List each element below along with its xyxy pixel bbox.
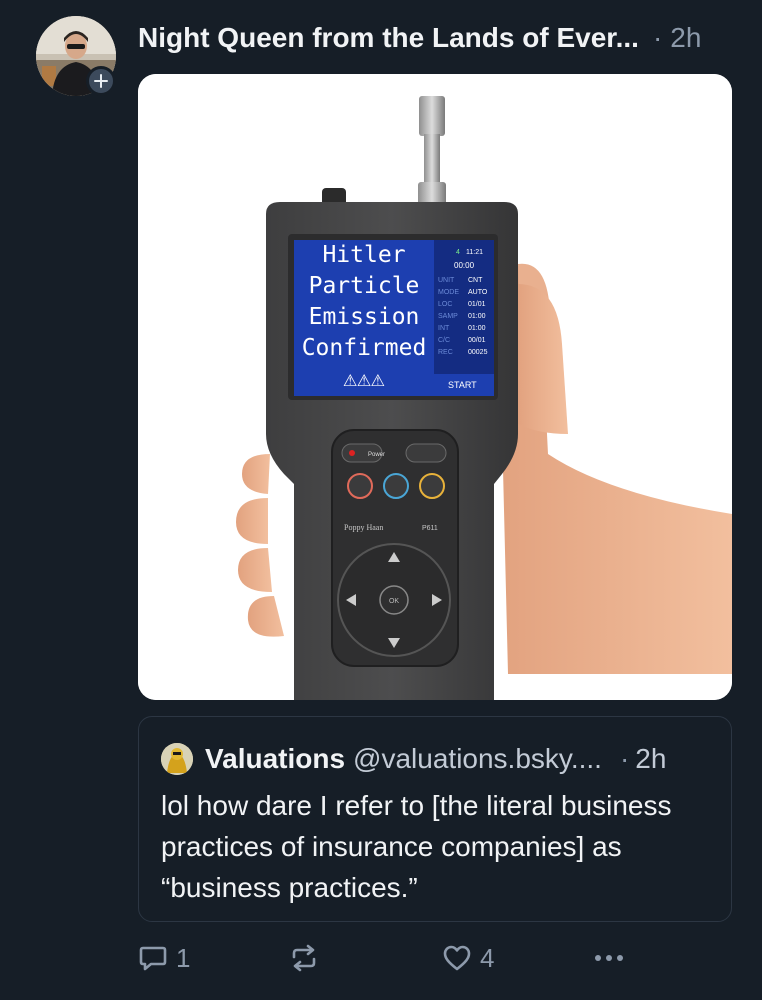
- status-rec-label: REC: [438, 349, 453, 356]
- status-loc-label: LOC: [438, 301, 452, 308]
- post-action-bar: 1 4: [138, 936, 732, 980]
- device-power-label: Power: [368, 452, 385, 458]
- status-unit-label: UNIT: [438, 277, 455, 284]
- status-loc-value: 01/01: [468, 301, 486, 308]
- status-cc-label: C/C: [438, 337, 450, 344]
- quoted-post-text: lol how dare I refer to [the literal bus…: [161, 790, 672, 903]
- quoted-post-timestamp[interactable]: 2h: [635, 743, 666, 775]
- quoted-post[interactable]: Valuations @valuations.bsky.... · 2h lol…: [138, 716, 732, 922]
- status-clock: 11:21: [466, 249, 483, 256]
- screen-line-2: Particle: [309, 273, 420, 299]
- post-timestamp[interactable]: 2h: [670, 22, 701, 54]
- status-unit-value: CNT: [468, 277, 483, 284]
- status-rec-value: 00025: [468, 349, 488, 356]
- repost-arrows-icon: [292, 944, 316, 972]
- status-cc-value: 00/01: [468, 337, 486, 344]
- author-avatar-container[interactable]: [36, 16, 116, 96]
- repost-button[interactable]: [288, 936, 328, 980]
- device-ok-label: OK: [389, 598, 399, 605]
- like-button[interactable]: 4: [442, 936, 494, 980]
- status-samp-label: SAMP: [438, 313, 458, 320]
- screen-line-5: ⚠⚠⚠: [343, 366, 385, 392]
- screen-line-3: Emission: [309, 304, 420, 330]
- status-samp-value: 01:00: [468, 313, 486, 320]
- follow-button[interactable]: [86, 66, 116, 96]
- device-model: P611: [422, 525, 438, 532]
- status-elapsed: 00:00: [454, 261, 475, 270]
- screen-line-4: Confirmed: [302, 335, 427, 361]
- quoted-author-handle[interactable]: @valuations.bsky....: [353, 743, 602, 775]
- author-display-name[interactable]: Night Queen from the Lands of Ever...: [138, 22, 639, 54]
- more-options-button[interactable]: [592, 936, 626, 980]
- post-header: Night Queen from the Lands of Ever... · …: [138, 18, 732, 58]
- header-separator: ·: [652, 22, 663, 53]
- quoted-header-separator: ·: [619, 743, 630, 774]
- device-brand: Poppy Haan: [344, 523, 383, 532]
- post-image[interactable]: Hitler Particle Emission Confirmed ⚠⚠⚠ 4…: [138, 74, 732, 700]
- quoted-post-header: Valuations @valuations.bsky.... · 2h: [161, 743, 709, 775]
- speech-bubble-icon: [139, 946, 167, 971]
- status-int-value: 01:00: [468, 325, 486, 332]
- quoted-author-avatar[interactable]: [161, 743, 193, 775]
- reply-button[interactable]: 1: [138, 936, 190, 980]
- status-mode-label: MODE: [438, 289, 459, 296]
- status-start: START: [448, 380, 477, 390]
- status-int-label: INT: [438, 325, 450, 332]
- plus-icon: [94, 74, 108, 88]
- quoted-author-display-name[interactable]: Valuations: [205, 743, 345, 775]
- feed-post: Night Queen from the Lands of Ever... · …: [0, 0, 762, 1000]
- like-count: 4: [480, 942, 495, 973]
- status-mode-value: AUTO: [468, 289, 488, 296]
- ellipsis-icon: [595, 955, 623, 961]
- heart-icon: [443, 945, 471, 971]
- reply-count: 1: [176, 942, 191, 973]
- screen-line-1: Hitler: [322, 242, 405, 268]
- status-battery: 4: [456, 249, 460, 256]
